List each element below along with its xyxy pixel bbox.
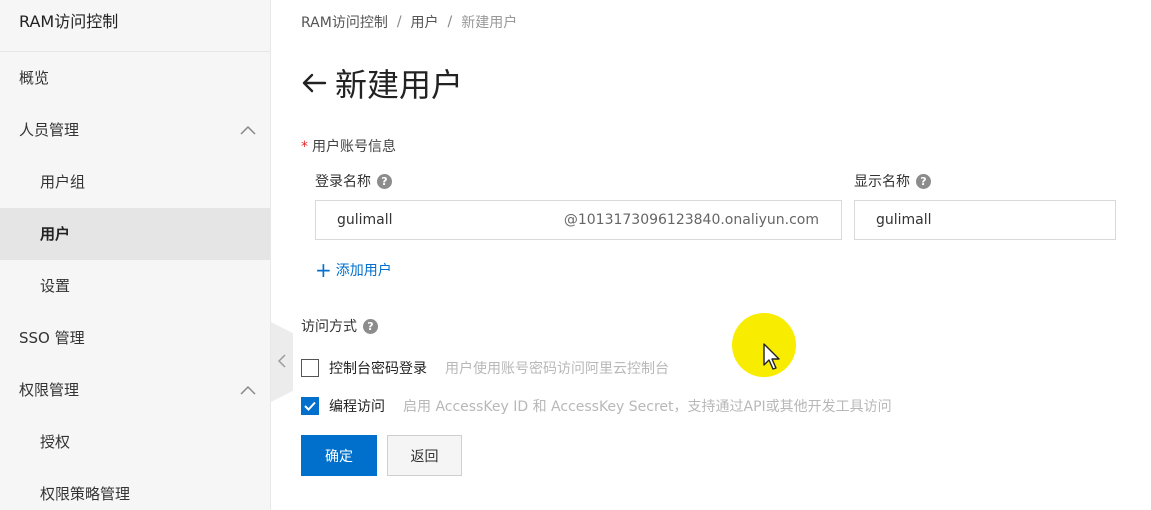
breadcrumb-item-current: 新建用户 bbox=[461, 15, 518, 31]
checkmark-icon bbox=[304, 401, 316, 411]
sidebar-item-permission-management[interactable]: 权限管理 bbox=[0, 364, 270, 416]
display-name-input[interactable]: gulimall bbox=[854, 200, 1116, 240]
sidebar-title: RAM访问控制 bbox=[0, 0, 270, 52]
chevron-up-icon[interactable] bbox=[240, 104, 256, 156]
back-arrow-icon[interactable] bbox=[301, 72, 327, 94]
back-button[interactable]: 返回 bbox=[387, 435, 462, 476]
sidebar-item-label: 授权 bbox=[40, 433, 71, 451]
sidebar-item-authorization[interactable]: 授权 bbox=[0, 416, 270, 468]
breadcrumb: RAM访问控制 / 用户 / 新建用户 bbox=[301, 12, 517, 32]
console-login-description: 用户使用账号密码访问阿里云控制台 bbox=[445, 361, 669, 377]
console-login-checkbox[interactable] bbox=[301, 359, 319, 377]
sidebar-item-label: 设置 bbox=[40, 277, 71, 295]
sidebar-item-label: SSO 管理 bbox=[19, 329, 85, 347]
login-name-input[interactable]: gulimall @1013173096123840.onaliyun.com bbox=[315, 200, 842, 240]
sidebar-item-label: 人员管理 bbox=[19, 121, 80, 139]
display-name-value: gulimall bbox=[876, 212, 932, 228]
breadcrumb-item-users[interactable]: 用户 bbox=[411, 12, 439, 32]
account-section-label: * 用户账号信息 bbox=[301, 136, 396, 156]
programmatic-access-checkbox[interactable] bbox=[301, 397, 319, 415]
chevron-up-icon[interactable] bbox=[240, 364, 256, 416]
plus-icon: + bbox=[315, 258, 332, 282]
sidebar-item-label: 用户组 bbox=[40, 173, 86, 191]
sidebar-item-users[interactable]: 用户 bbox=[0, 208, 270, 260]
page-title: 新建用户 bbox=[301, 60, 463, 106]
sidebar-item-settings[interactable]: 设置 bbox=[0, 260, 270, 312]
account-section-text: 用户账号信息 bbox=[312, 139, 396, 155]
login-name-value: gulimall bbox=[337, 212, 393, 228]
access-section-text: 访问方式 bbox=[301, 319, 357, 335]
sidebar-item-sso-management[interactable]: SSO 管理 bbox=[0, 312, 270, 364]
programmatic-access-label: 编程访问 bbox=[329, 399, 385, 415]
sidebar-item-people-management[interactable]: 人员管理 bbox=[0, 104, 270, 156]
main-content: RAM访问控制 / 用户 / 新建用户 新建用户 * 用户账号信息 登录名称 ? … bbox=[272, 0, 1151, 510]
help-icon[interactable]: ? bbox=[363, 318, 378, 334]
programmatic-access-description: 启用 AccessKey ID 和 AccessKey Secret，支持通过A… bbox=[403, 399, 892, 415]
sidebar-item-overview[interactable]: 概览 bbox=[0, 52, 270, 104]
display-name-label-text: 显示名称 bbox=[854, 174, 910, 190]
confirm-button[interactable]: 确定 bbox=[301, 435, 377, 476]
display-name-label: 显示名称 ? bbox=[854, 171, 931, 191]
add-user-link[interactable]: + 添加用户 bbox=[315, 260, 392, 280]
breadcrumb-separator: / bbox=[396, 14, 402, 30]
sidebar-item-label: 用户 bbox=[40, 225, 71, 243]
page-title-text: 新建用户 bbox=[335, 66, 464, 104]
login-name-label-text: 登录名称 bbox=[315, 174, 371, 190]
sidebar-item-policy-management[interactable]: 权限策略管理 bbox=[0, 468, 270, 510]
sidebar-item-label: 权限策略管理 bbox=[40, 485, 131, 503]
console-login-option[interactable]: 控制台密码登录 用户使用账号密码访问阿里云控制台 bbox=[301, 358, 669, 378]
programmatic-access-option[interactable]: 编程访问 启用 AccessKey ID 和 AccessKey Secret，… bbox=[301, 396, 892, 416]
sidebar-item-label: 概览 bbox=[19, 69, 50, 87]
help-icon[interactable]: ? bbox=[377, 173, 392, 189]
required-mark: * bbox=[301, 139, 308, 155]
breadcrumb-separator: / bbox=[447, 14, 453, 30]
login-name-label: 登录名称 ? bbox=[315, 171, 392, 191]
breadcrumb-item-ram[interactable]: RAM访问控制 bbox=[301, 12, 388, 32]
help-icon[interactable]: ? bbox=[916, 173, 931, 189]
add-user-label: 添加用户 bbox=[335, 263, 392, 279]
sidebar-item-user-groups[interactable]: 用户组 bbox=[0, 156, 270, 208]
sidebar: RAM访问控制 概览 人员管理 用户组 用户 设置 SSO 管理 权限管理 授权… bbox=[0, 0, 271, 510]
console-login-label: 控制台密码登录 bbox=[329, 361, 427, 377]
login-name-domain-suffix: @1013173096123840.onaliyun.com bbox=[563, 212, 819, 228]
mouse-pointer-icon bbox=[763, 343, 781, 375]
access-section-label: 访问方式 ? bbox=[301, 316, 378, 336]
sidebar-item-label: 权限管理 bbox=[19, 381, 80, 399]
